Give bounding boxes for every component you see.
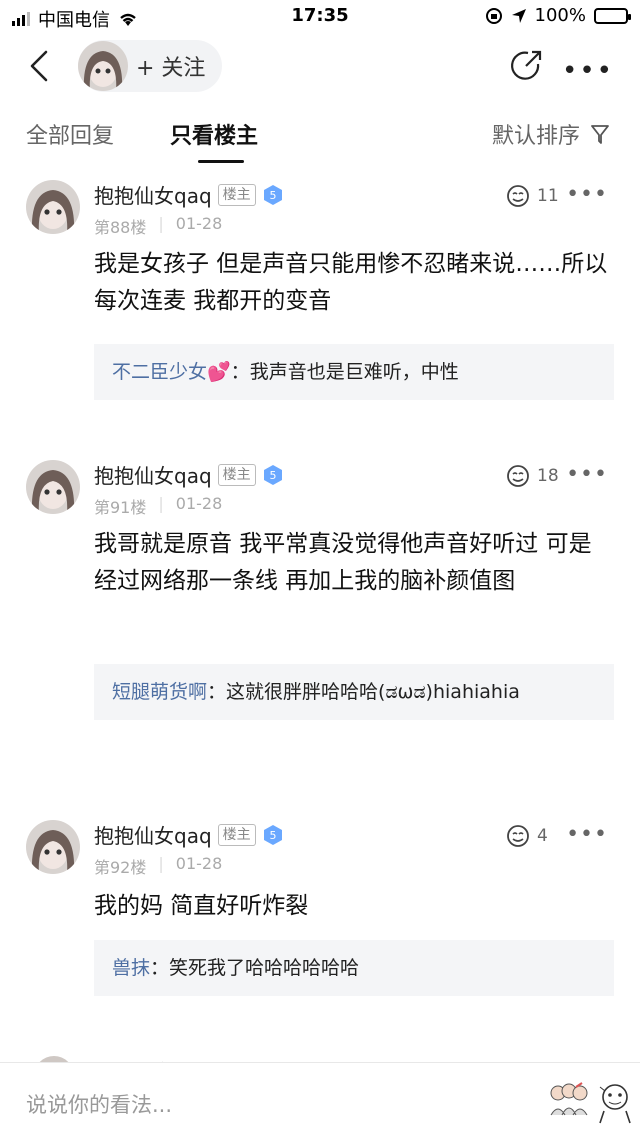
reply-author[interactable]: 兽抹	[112, 957, 150, 979]
comment-input[interactable]: 说说你的看法...	[26, 1089, 172, 1119]
username[interactable]: 抱抱仙女qaq	[94, 180, 212, 209]
svg-text:5: 5	[269, 829, 276, 842]
svg-text:5: 5	[269, 189, 276, 202]
tab-bar: 全部回复 只看楼主 默认排序	[0, 98, 640, 166]
like-button[interactable]: 11	[505, 184, 559, 208]
user-avatar[interactable]	[26, 180, 80, 234]
username[interactable]: 抱抱仙女qaq	[94, 460, 212, 489]
battery-percent: 100%	[534, 5, 586, 26]
reply-text: 这就很胖胖哈哈哈(ಡωಡ)hiahiahia	[226, 681, 520, 703]
like-count: 18	[537, 466, 559, 486]
user-avatar[interactable]	[26, 460, 80, 514]
sub-reply[interactable]: 不二臣少女💕：我声音也是巨难听，中性	[94, 344, 614, 400]
reply-author[interactable]: 短腿萌货啊	[112, 681, 207, 703]
tab-all-replies[interactable]: 全部回复	[26, 118, 114, 150]
post-date: 01-28	[175, 854, 223, 873]
user-avatar[interactable]	[26, 820, 80, 874]
svg-text:5: 5	[269, 469, 276, 482]
reply-text: 我声音也是巨难听，中性	[249, 361, 459, 383]
like-count: 4	[537, 826, 548, 846]
reply-text: 笑死我了哈哈哈哈哈哈	[169, 957, 360, 979]
sub-reply[interactable]: 兽抹：笑死我了哈哈哈哈哈哈	[94, 940, 614, 996]
nav-bar: + 关注 •••	[0, 34, 640, 98]
like-icon	[507, 465, 529, 487]
owner-badge: 楼主	[217, 183, 256, 206]
active-tab-indicator	[198, 160, 244, 163]
post-date: 01-28	[175, 494, 223, 513]
level-badge-icon: 5	[263, 464, 282, 485]
post-more-icon[interactable]: •••	[566, 462, 608, 487]
divider: |	[158, 214, 164, 233]
sort-button[interactable]: 默认排序	[492, 118, 610, 150]
username[interactable]: 抱抱仙女qaq	[94, 820, 212, 849]
battery-icon	[594, 7, 631, 24]
post-content: 我的妈 简直好听炸裂	[94, 893, 309, 919]
back-icon[interactable]	[24, 48, 58, 84]
tab-owner-only[interactable]: 只看楼主	[170, 118, 258, 150]
status-bar: 中国电信 17:35 100%	[0, 0, 640, 34]
like-icon	[507, 185, 529, 207]
filter-icon	[591, 125, 609, 144]
reply-author[interactable]: 不二臣少女💕	[112, 361, 231, 383]
share-icon[interactable]	[508, 48, 544, 84]
level-badge-icon: 5	[263, 824, 282, 845]
post-more-icon[interactable]: •••	[566, 822, 608, 847]
like-button[interactable]: 18	[505, 464, 559, 488]
like-icon	[507, 825, 529, 847]
sort-label: 默认排序	[491, 124, 580, 149]
post-more-icon[interactable]: •••	[566, 182, 608, 207]
sub-reply[interactable]: 短腿萌货啊：这就很胖胖哈哈哈(ಡωಡ)hiahiahia	[94, 664, 614, 720]
follow-label: + 关注	[136, 56, 206, 81]
sticker-emoji-icon[interactable]	[596, 1081, 634, 1125]
like-button[interactable]: 4	[505, 824, 548, 848]
floor-number: 第92楼	[94, 858, 147, 877]
author-avatar[interactable]	[78, 41, 128, 91]
group-emoji-icon[interactable]	[548, 1081, 590, 1117]
owner-badge: 楼主	[217, 823, 256, 846]
more-icon[interactable]: •••	[562, 56, 614, 86]
comment-bar: 说说你的看法...	[0, 1062, 640, 1138]
lock-rotation-icon	[485, 7, 502, 24]
level-badge-icon: 5	[263, 184, 282, 205]
divider: |	[158, 854, 164, 873]
post-content: 我哥就是原音 我平常真没觉得他声音好听过 可是经过网络那一条线 再加上我的脑补颜…	[94, 531, 592, 594]
like-count: 11	[537, 186, 559, 206]
owner-badge: 楼主	[217, 463, 256, 486]
post-content: 我是女孩子 但是声音只能用惨不忍睹来说……所以每次连麦 我都开的变音	[94, 251, 608, 314]
follow-button[interactable]: + 关注	[78, 40, 222, 92]
divider: |	[158, 494, 164, 513]
floor-number: 第91楼	[94, 498, 147, 517]
post-date: 01-28	[175, 214, 223, 233]
location-icon	[511, 8, 526, 23]
floor-number: 第88楼	[94, 218, 147, 237]
